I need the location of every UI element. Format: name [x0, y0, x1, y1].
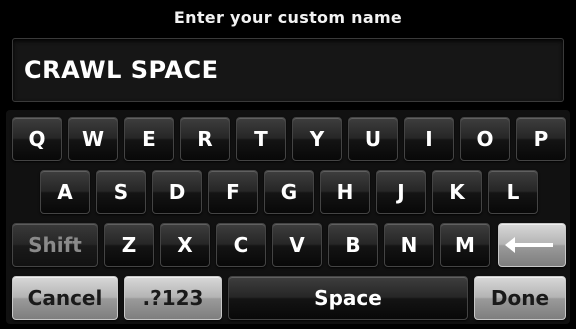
key-q[interactable]: Q [12, 117, 62, 161]
key-l[interactable]: L [488, 170, 538, 214]
key-e[interactable]: E [124, 117, 174, 161]
key-b[interactable]: B [328, 223, 378, 267]
key-r[interactable]: R [180, 117, 230, 161]
key-a[interactable]: A [40, 170, 90, 214]
key-m[interactable]: M [440, 223, 490, 267]
key-t[interactable]: T [236, 117, 286, 161]
key-s[interactable]: S [96, 170, 146, 214]
key-c[interactable]: C [216, 223, 266, 267]
key-h[interactable]: H [320, 170, 370, 214]
key-d[interactable]: D [152, 170, 202, 214]
left-arrow-icon [505, 237, 553, 253]
backspace-key[interactable] [498, 223, 566, 267]
key-y[interactable]: Y [292, 117, 342, 161]
key-z[interactable]: Z [104, 223, 154, 267]
key-g[interactable]: G [264, 170, 314, 214]
key-f[interactable]: F [208, 170, 258, 214]
key-w[interactable]: W [68, 117, 118, 161]
key-o[interactable]: O [460, 117, 510, 161]
shift-key[interactable]: Shift [12, 223, 98, 267]
key-n[interactable]: N [384, 223, 434, 267]
space-key[interactable]: Space [228, 276, 468, 320]
done-button[interactable]: Done [474, 276, 566, 320]
page-title: Enter your custom name [173, 8, 403, 27]
key-u[interactable]: U [348, 117, 398, 161]
custom-name-input[interactable]: CRAWL SPACE [12, 38, 564, 102]
key-i[interactable]: I [404, 117, 454, 161]
cancel-button[interactable]: Cancel [12, 276, 118, 320]
key-j[interactable]: J [376, 170, 426, 214]
key-k[interactable]: K [432, 170, 482, 214]
key-x[interactable]: X [160, 223, 210, 267]
key-p[interactable]: P [516, 117, 566, 161]
symbols-key[interactable]: .?123 [124, 276, 222, 320]
key-v[interactable]: V [272, 223, 322, 267]
